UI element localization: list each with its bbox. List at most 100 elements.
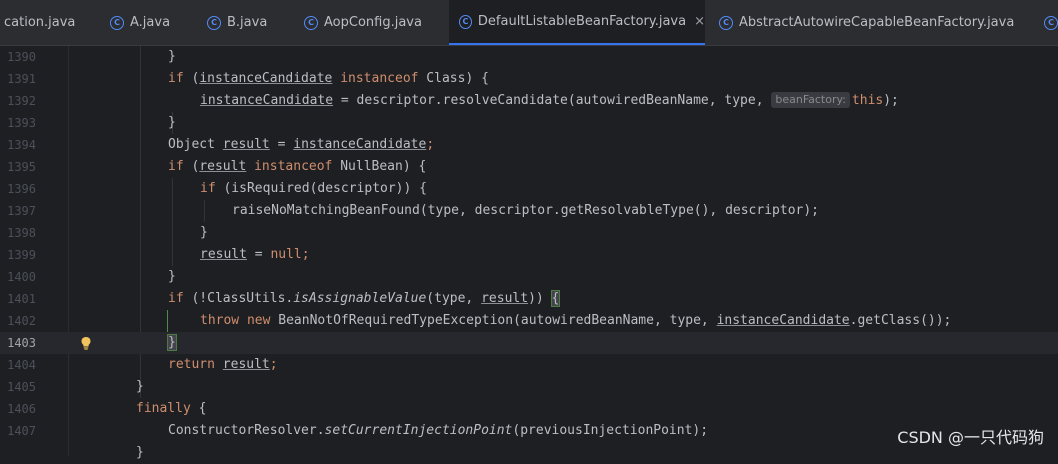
code-token: NullBean) { (332, 159, 427, 174)
keyword: this (851, 93, 884, 108)
keyword: instanceof (254, 159, 333, 174)
code-token: ; (269, 357, 278, 372)
line-number: 1406 (7, 402, 36, 416)
editor-tab-bar: cation.java C A.java C B.java C AopConfi… (0, 0, 1058, 46)
code-token: (!ClassUtils. (183, 291, 294, 306)
code-line: 1396 if (isRequired(descriptor)) { (0, 178, 1058, 200)
code-token: { (190, 401, 207, 416)
line-number: 1396 (7, 182, 36, 196)
line-number: 1392 (7, 94, 36, 108)
tab-abstractautowirecapablebeanfactory-java[interactable]: C AbstractAutowireCapableBeanFactory.jav… (719, 0, 1014, 45)
code-line: 1397 raiseNoMatchingBeanFound(type, desc… (0, 200, 1058, 222)
line-number: 1390 (7, 50, 36, 64)
variable: result (200, 247, 247, 262)
code-token: } (136, 379, 144, 394)
code-line: 1398 } (0, 222, 1058, 244)
parameter-name-hint: beanFactory: (771, 92, 850, 108)
code-line: 1404 return result; (0, 354, 1058, 376)
line-number: 1405 (7, 380, 36, 394)
tab-application-java[interactable]: cation.java (4, 0, 75, 45)
static-method: isAssignableValue (293, 291, 427, 306)
line-number: 1397 (7, 204, 36, 218)
line-number: 1398 (7, 226, 36, 240)
static-method: setCurrentInjectionPoint (324, 423, 513, 438)
code-token: ; (301, 247, 310, 262)
tab-label: B.java (227, 15, 268, 30)
keyword: finally (136, 401, 191, 416)
tab-overflow[interactable]: C (1044, 0, 1058, 45)
code-token: (previousInjectionPoint); (512, 423, 709, 438)
code-editor[interactable]: 1390 } 1391 if (instanceCandidate instan… (0, 46, 1058, 460)
line-number: 1400 (7, 270, 36, 284)
keyword: instanceof (340, 71, 419, 86)
variable: result (222, 357, 270, 372)
tab-label: DefaultListableBeanFactory.java (477, 14, 687, 29)
line-number: 1391 (7, 72, 36, 86)
line-number: 1395 (7, 160, 36, 174)
tab-label: AbstractAutowireCapableBeanFactory.java (739, 15, 1015, 30)
code-token: } (168, 269, 176, 284)
line-number: 1402 (7, 314, 36, 328)
variable: instanceCandidate (200, 93, 334, 108)
code-token: = descriptor.resolveCandidate(autowiredB… (333, 93, 772, 108)
matched-brace: { (550, 290, 561, 307)
code-token: ( (183, 159, 200, 174)
variable: result (222, 137, 270, 152)
tab-label: cation.java (4, 15, 76, 30)
code-token: ConstructorResolver. (168, 423, 325, 438)
keyword: new (246, 313, 271, 328)
code-line: 1400 } (0, 266, 1058, 288)
class-icon: C (110, 15, 124, 30)
keyword: throw (200, 313, 240, 328)
code-token: )) (528, 291, 552, 306)
code-line: 1401 if (!ClassUtils.isAssignableValue(t… (0, 288, 1058, 310)
code-token: (type, (426, 291, 482, 306)
variable: instanceCandidate (199, 71, 333, 86)
tab-label: A.java (130, 15, 171, 30)
line-number: 1403 (7, 336, 36, 350)
class-icon: C (207, 15, 221, 30)
code-token: = (269, 137, 294, 152)
tab-a-java[interactable]: C A.java (110, 0, 170, 45)
current-line: 1403 } (0, 332, 1058, 354)
lightbulb-icon[interactable] (80, 336, 92, 350)
code-token: } (168, 49, 176, 64)
watermark: CSDN @一只代码狗 (897, 428, 1044, 447)
variable: result (199, 159, 247, 174)
tab-defaultlistablebeanfactory-java[interactable]: C DefaultListableBeanFactory.java × (449, 0, 705, 45)
line-number: 1399 (7, 248, 36, 262)
tab-aopconfig-java[interactable]: C AopConfig.java (304, 0, 422, 45)
code-token: BeanNotOfRequiredTypeException(autowired… (270, 313, 717, 328)
tab-label: AopConfig.java (324, 15, 422, 30)
code-line: 1390 } (0, 46, 1058, 68)
keyword: null (270, 247, 302, 262)
code-line: 1393 } (0, 112, 1058, 134)
line-number: 1394 (7, 138, 36, 152)
code-token: Class) { (418, 71, 489, 86)
line-number: 1404 (7, 358, 36, 372)
variable: result (481, 291, 529, 306)
code-token: raiseNoMatchingBeanFound(type, descripto… (232, 203, 819, 218)
code-token: = (246, 247, 271, 262)
keyword: if (168, 71, 184, 86)
class-icon: C (1044, 15, 1058, 30)
code-token: .getClass()); (849, 313, 952, 328)
code-line: 1399 result = null; (0, 244, 1058, 266)
class-icon: C (459, 14, 472, 29)
code-token: Object (168, 137, 223, 152)
keyword: if (168, 291, 184, 306)
code-token: ; (426, 137, 435, 152)
code-token: (isRequired(descriptor)) { (215, 181, 427, 196)
code-line: 1395 if (result instanceof NullBean) { (0, 156, 1058, 178)
close-icon[interactable]: × (694, 14, 705, 29)
variable: instanceCandidate (716, 313, 850, 328)
code-token: } (200, 225, 208, 240)
code-token: ); (883, 93, 899, 108)
tab-b-java[interactable]: C B.java (207, 0, 267, 45)
line-number: 1401 (7, 292, 36, 306)
matched-brace: } (167, 334, 177, 351)
line-number: 1407 (7, 424, 36, 438)
code-token: ( (183, 71, 200, 86)
